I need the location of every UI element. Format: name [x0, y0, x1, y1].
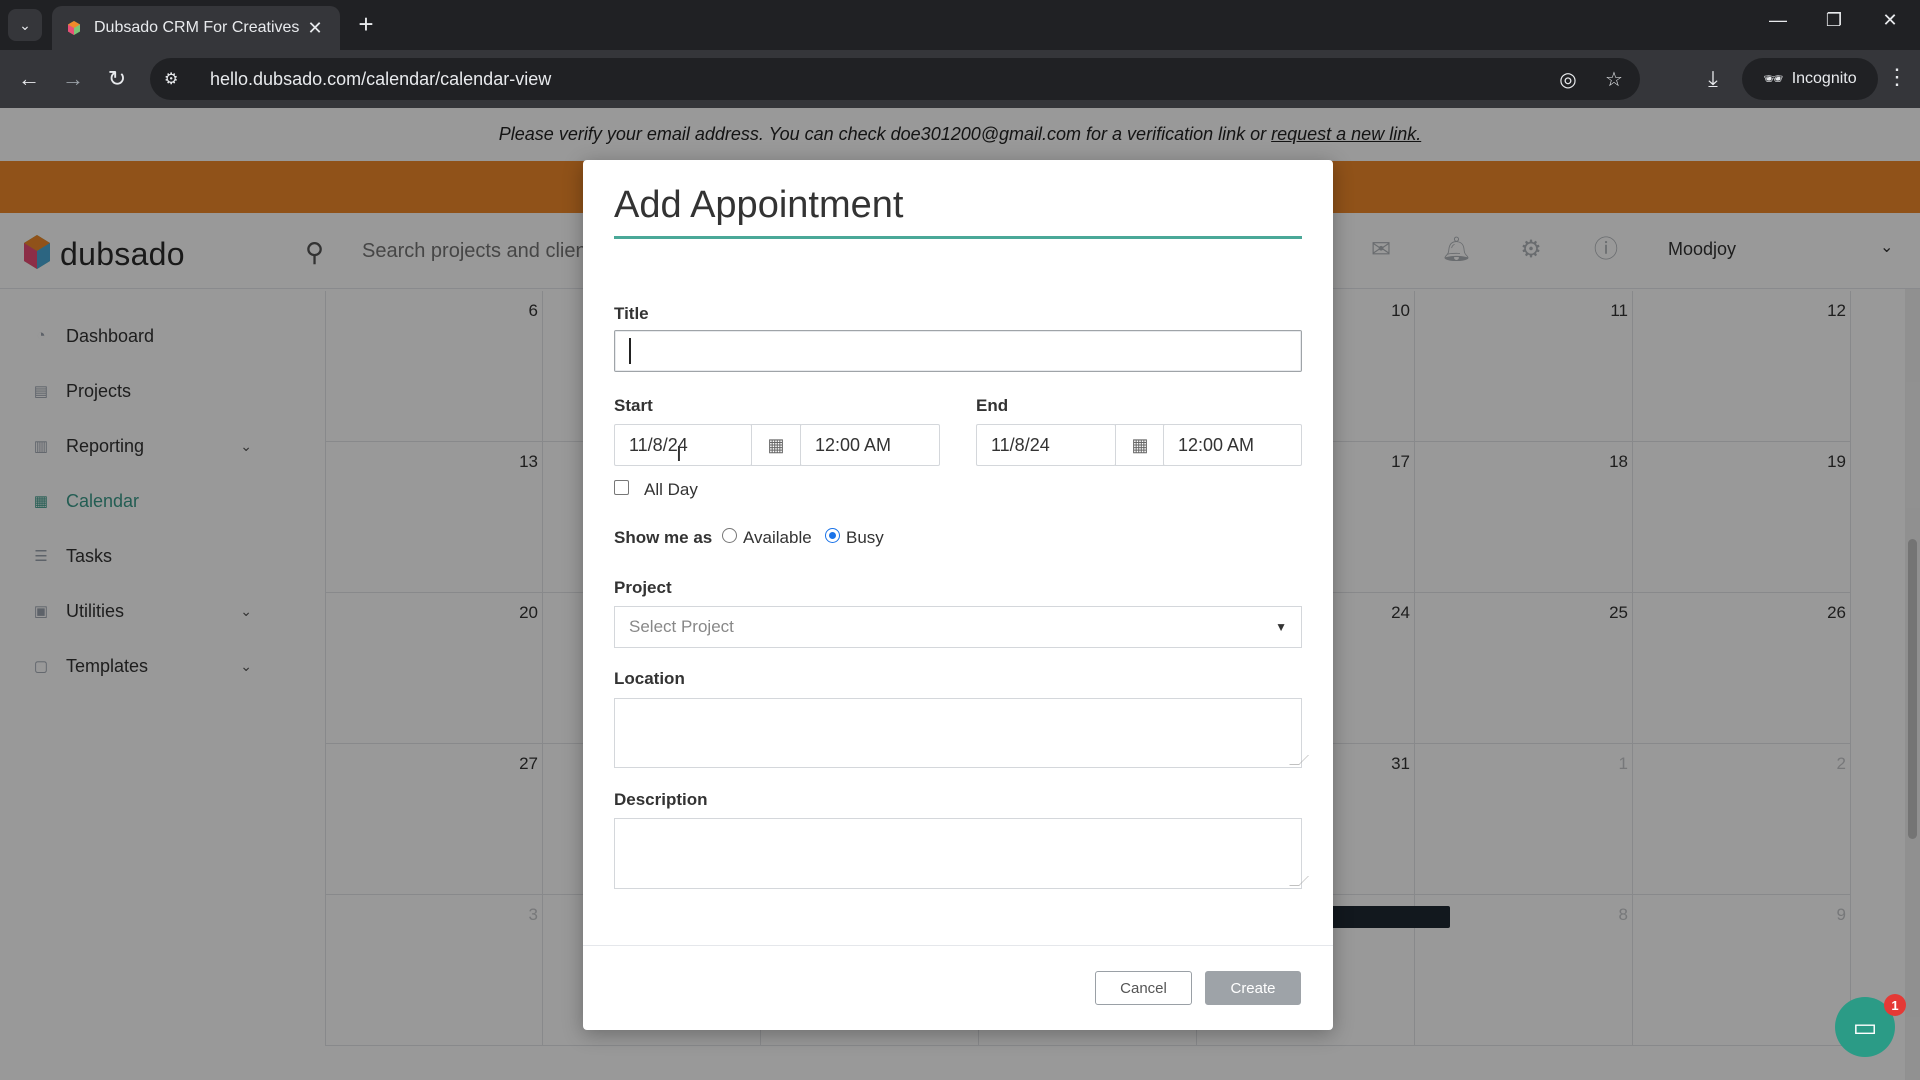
- create-button[interactable]: Create: [1205, 971, 1301, 1005]
- modal-title: Add Appointment: [614, 184, 904, 226]
- start-calendar-icon[interactable]: ▦: [751, 424, 801, 466]
- resize-grip-icon[interactable]: [1289, 876, 1309, 886]
- download-icon[interactable]: ⤓: [1698, 64, 1728, 94]
- back-icon[interactable]: ←: [14, 64, 44, 94]
- start-time-input[interactable]: 12:00 AM: [800, 424, 940, 466]
- site-info-icon[interactable]: ⚙: [164, 69, 188, 89]
- bookmark-star-icon[interactable]: ☆: [1602, 67, 1626, 92]
- resize-grip-icon[interactable]: [1289, 755, 1309, 765]
- location-textarea[interactable]: [614, 698, 1309, 768]
- tab-close-icon[interactable]: ✕: [304, 18, 326, 39]
- end-time-input[interactable]: 12:00 AM: [1163, 424, 1302, 466]
- add-appointment-modal: Add Appointment Title Start 11/8/24 ▦ 12…: [583, 160, 1333, 1030]
- minimize-icon[interactable]: —: [1758, 10, 1798, 31]
- tab-search-chevron-icon[interactable]: ⌄: [8, 9, 42, 41]
- project-select[interactable]: Select Project ▼: [614, 606, 1302, 648]
- all-day-checkbox[interactable]: [614, 480, 629, 495]
- caret-down-icon: ▼: [1275, 620, 1287, 634]
- text-caret: [629, 338, 631, 364]
- cancel-button[interactable]: Cancel: [1095, 971, 1192, 1005]
- busy-label: Busy: [846, 528, 884, 547]
- title-divider: [614, 236, 1302, 239]
- dubsado-favicon-icon: [68, 21, 80, 35]
- new-tab-icon[interactable]: +: [352, 10, 380, 38]
- show-me-as-label: Show me as: [614, 528, 713, 547]
- title-input[interactable]: [614, 330, 1302, 372]
- text-cursor-icon: I: [676, 442, 682, 466]
- title-label: Title: [614, 304, 649, 323]
- end-calendar-icon[interactable]: ▦: [1115, 424, 1165, 466]
- description-label: Description: [614, 790, 708, 809]
- start-label: Start: [614, 396, 653, 415]
- location-label: Location: [614, 669, 685, 688]
- browser-menu-icon[interactable]: ⋮: [1882, 64, 1912, 90]
- tab-title: Dubsado CRM For Creatives: [94, 19, 300, 36]
- busy-radio[interactable]: [825, 528, 840, 543]
- incognito-label: Incognito: [1791, 70, 1857, 87]
- all-day-label: All Day: [644, 480, 698, 499]
- window-close-icon[interactable]: ✕: [1870, 10, 1910, 31]
- eye-off-icon[interactable]: ◎: [1556, 67, 1580, 92]
- browser-tab-strip: ⌄ Dubsado CRM For Creatives ✕ + — ❐ ✕: [0, 0, 1920, 50]
- chat-badge: 1: [1884, 994, 1906, 1016]
- end-label: End: [976, 396, 1009, 415]
- browser-toolbar: ← → ↻ ⚙ hello.dubsado.com/calendar/calen…: [0, 50, 1920, 108]
- end-date-input[interactable]: 11/8/24: [976, 424, 1116, 466]
- available-label: Available: [743, 528, 812, 547]
- available-radio[interactable]: [722, 528, 737, 543]
- incognito-badge[interactable]: 🕶 Incognito: [1742, 58, 1878, 100]
- description-textarea[interactable]: [614, 818, 1309, 889]
- project-label: Project: [614, 578, 672, 597]
- url-text[interactable]: hello.dubsado.com/calendar/calendar-view: [210, 69, 1534, 90]
- reload-icon[interactable]: ↻: [102, 64, 132, 94]
- modal-footer-divider: [583, 945, 1333, 946]
- page: Please verify your email address. You ca…: [0, 108, 1920, 1080]
- forward-icon[interactable]: →: [58, 64, 88, 94]
- project-select-value: Select Project: [629, 617, 734, 636]
- incognito-icon: 🕶: [1763, 71, 1784, 88]
- browser-tab[interactable]: Dubsado CRM For Creatives ✕: [52, 6, 340, 50]
- address-bar[interactable]: ⚙ hello.dubsado.com/calendar/calendar-vi…: [150, 58, 1640, 100]
- start-date-input[interactable]: 11/8/24: [614, 424, 752, 466]
- restore-icon[interactable]: ❐: [1814, 10, 1854, 31]
